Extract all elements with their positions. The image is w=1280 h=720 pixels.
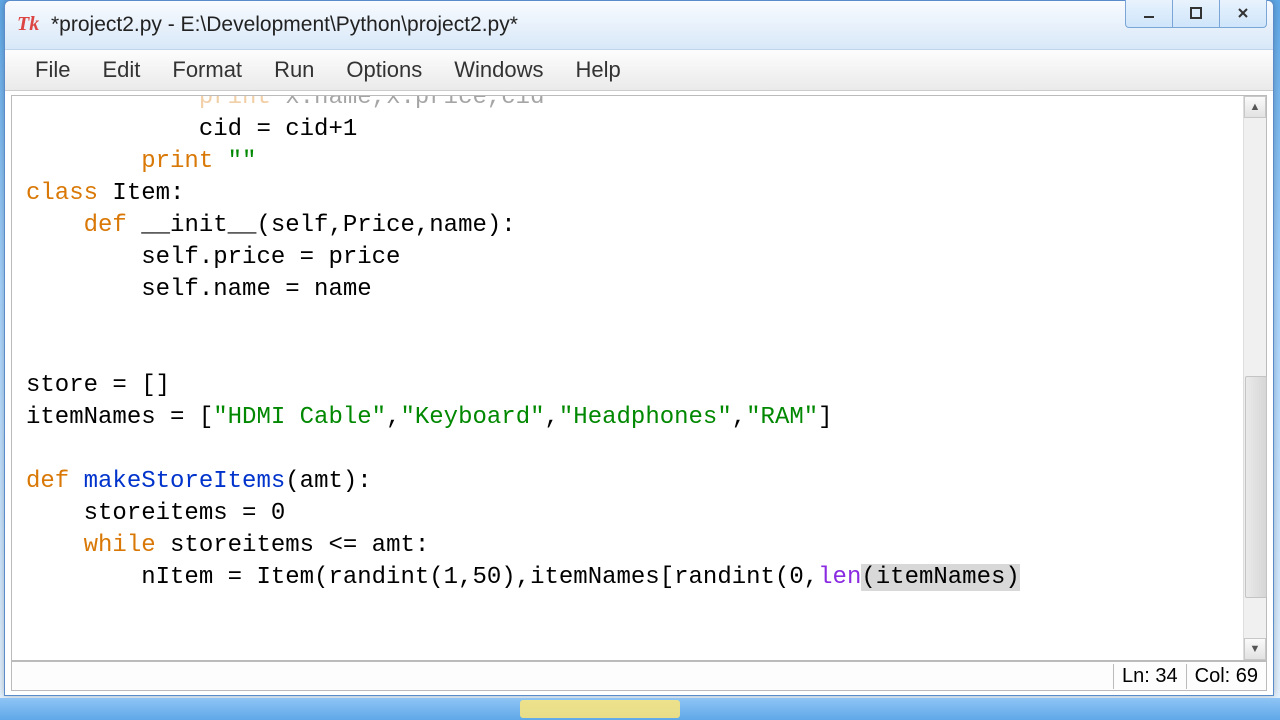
editor-container: print x.name,x.price,cid cid = cid+1 pri…	[11, 95, 1267, 661]
menu-options[interactable]: Options	[330, 53, 438, 87]
vertical-scrollbar[interactable]: ▲ ▼	[1243, 96, 1266, 660]
code-editor[interactable]: print x.name,x.price,cid cid = cid+1 pri…	[12, 96, 1244, 660]
title-bar[interactable]: Tk *project2.py - E:\Development\Python\…	[5, 1, 1273, 50]
menu-file[interactable]: File	[19, 53, 86, 87]
idle-app-icon: Tk	[17, 13, 41, 37]
minimize-button[interactable]	[1125, 0, 1173, 28]
status-bar: Ln: 34 Col: 69	[11, 661, 1267, 691]
idle-window: Tk *project2.py - E:\Development\Python\…	[4, 0, 1274, 696]
maximize-button[interactable]	[1173, 0, 1220, 28]
menu-edit[interactable]: Edit	[86, 53, 156, 87]
menu-bar: File Edit Format Run Options Windows Hel…	[5, 50, 1273, 91]
close-button[interactable]	[1220, 0, 1267, 28]
menu-format[interactable]: Format	[156, 53, 258, 87]
menu-run[interactable]: Run	[258, 53, 330, 87]
taskbar[interactable]	[0, 698, 1280, 720]
scroll-up-arrow[interactable]: ▲	[1244, 96, 1266, 118]
window-controls	[1125, 0, 1267, 28]
scroll-down-arrow[interactable]: ▼	[1244, 638, 1266, 660]
status-line: Ln: 34	[1113, 664, 1186, 689]
menu-help[interactable]: Help	[560, 53, 637, 87]
window-title: *project2.py - E:\Development\Python\pro…	[51, 13, 1273, 37]
scroll-thumb[interactable]	[1245, 376, 1267, 598]
status-col: Col: 69	[1186, 664, 1266, 689]
menu-windows[interactable]: Windows	[438, 53, 559, 87]
